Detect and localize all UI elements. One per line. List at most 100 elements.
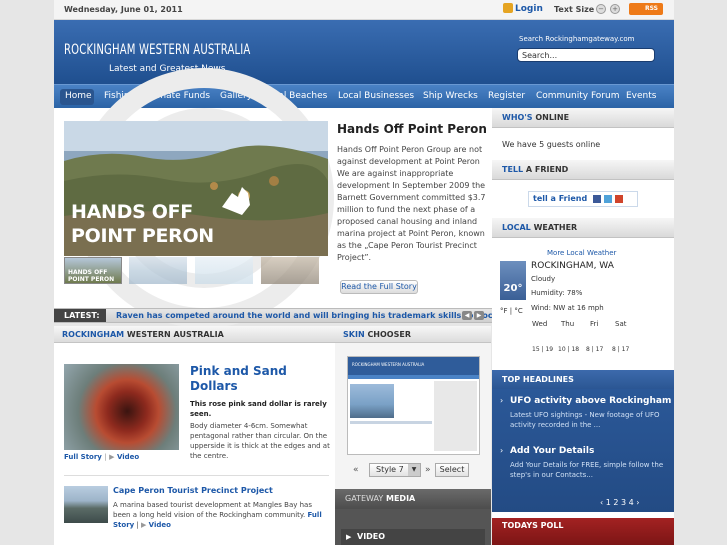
tell-friend-title-a: TELL (502, 165, 524, 174)
forecast-day: Sat (615, 320, 627, 328)
video-tab-label: VIDEO (357, 532, 386, 541)
link-separator-2: | (136, 521, 139, 529)
article-links: Full Story | ▶ Video (64, 453, 139, 461)
gateway-media-header: GATEWAY MEDIA (335, 489, 491, 509)
nav-events[interactable]: Events (626, 91, 656, 101)
tell-friend-header: TELL A FRIEND (492, 160, 674, 180)
site-title[interactable]: ROCKINGHAM WESTERN AUSTRALIA (64, 42, 250, 58)
preview-nav (348, 375, 479, 379)
forecast-day: Thu (561, 320, 575, 328)
preview-sidebar (434, 381, 477, 451)
headline-title[interactable]: Add Your Details (510, 446, 594, 456)
top-headlines-header: TOP HEADLINES (492, 370, 674, 389)
feature-image-text-line1: HANDS OFF (71, 201, 193, 223)
gateway-header-title-b: MEDIA (386, 494, 416, 503)
video-tab[interactable]: ▶ VIDEO (341, 529, 485, 545)
video-icon: ▶ (346, 533, 352, 541)
more-weather-link[interactable]: More Local Weather (547, 249, 616, 257)
cape-peron-image[interactable] (64, 486, 108, 523)
login-link[interactable]: Login (515, 4, 543, 14)
decrease-text-icon[interactable]: − (596, 4, 606, 14)
nav-community-forum[interactable]: Community Forum (536, 91, 619, 101)
feature-text: Hands Off Point Peron Group are not agai… (337, 145, 486, 262)
full-story-link[interactable]: Full Story (64, 453, 102, 461)
whos-online-text: We have 5 guests online (502, 140, 601, 149)
chevron-down-icon[interactable]: ▼ (408, 464, 420, 476)
rockingham-section-header: ROCKINGHAM WESTERN AUSTRALIA (54, 326, 335, 343)
slide-thumb-2[interactable] (129, 257, 187, 284)
skin-prev-arrow[interactable]: « (353, 465, 359, 475)
feature-image-text-line2: POINT PERON (71, 225, 214, 247)
read-full-story-button[interactable]: Read the Full Story (340, 280, 418, 294)
gateway-media: GATEWAY MEDIA ▶ VIDEO (335, 489, 491, 545)
weather-temp-badge: 20° (500, 261, 526, 300)
latest-label: LATEST: (54, 309, 106, 322)
nav-home[interactable]: Home (65, 91, 92, 101)
nav-register[interactable]: Register (488, 91, 525, 101)
skin-select[interactable]: Style 7 ▼ (369, 463, 421, 477)
ticker-next-icon[interactable]: ▶ (474, 311, 484, 320)
forecast-temp: 8 | 17 (612, 346, 630, 353)
feature-image[interactable]: HANDS OFF POINT PERON (64, 121, 328, 256)
weather-condition: Cloudy (531, 275, 556, 283)
sand-dollar-image[interactable] (64, 364, 179, 450)
ticker-prev-icon[interactable]: ◀ (462, 311, 472, 320)
search-label: Search Rockinghamgateway.com (519, 35, 635, 43)
right-sidebar: WHO'S ONLINE We have 5 guests online TEL… (492, 108, 674, 545)
feature-title[interactable]: Hands Off Point Peron (337, 122, 487, 136)
headline-text: Latest UFO sightings - New footage of UF… (510, 411, 660, 429)
increase-text-icon[interactable]: + (610, 4, 620, 14)
todays-poll: TODAYS POLL (492, 518, 674, 545)
slide-thumb-4[interactable] (261, 257, 319, 284)
latest-text[interactable]: Raven has competed around the world and … (116, 311, 521, 320)
text-size-label: Text Size (554, 5, 595, 14)
twitter-icon (603, 194, 612, 203)
slide-thumb-1[interactable]: HANDS OFF POINT PERON (64, 257, 122, 284)
preview-bar (350, 421, 432, 424)
preview-header: ROCKINGHAM WESTERN AUSTRALIA (348, 357, 479, 375)
featured-story: HANDS OFF POINT PERON HANDS OFF POINT PE… (54, 68, 492, 328)
slide-thumb-caption-line2: POINT PERON (68, 276, 115, 283)
headlines-pager[interactable]: ‹ 1 2 3 4 › (600, 498, 639, 507)
latest-ticker: LATEST: Raven has competed around the wo… (54, 308, 521, 323)
nav-local-businesses[interactable]: Local Businesses (338, 91, 414, 101)
skin-next-arrow[interactable]: » (425, 465, 431, 475)
tell-a-friend-button[interactable]: tell a Friend (528, 191, 638, 207)
link-separator: | (104, 453, 107, 461)
headline-text: Add Your Details for FREE, simple follow… (510, 461, 664, 479)
skin-selected-value: Style 7 (376, 465, 404, 474)
skin-preview-image: ROCKINGHAM WESTERN AUSTRALIA (347, 356, 480, 455)
slide-thumb-3[interactable] (195, 257, 253, 284)
tell-friend-title-b: A FRIEND (525, 165, 569, 174)
article-title[interactable]: Pink and Sand Dollars (190, 364, 330, 394)
facebook-icon (593, 194, 601, 203)
rockingham-header-title-a: ROCKINGHAM (62, 330, 125, 339)
slide-thumb-caption-line1: HANDS OFF (68, 269, 108, 276)
skin-header-title-a: SKIN (343, 330, 365, 339)
forecast-temp: 10 | 18 (558, 346, 580, 353)
skin-select-button[interactable]: Select (435, 463, 469, 477)
video-link[interactable]: Video (117, 453, 139, 461)
bullet-arrow-icon: › (500, 446, 504, 455)
whos-online-header: WHO'S ONLINE (492, 108, 674, 128)
forecast-day: Fri (590, 320, 599, 328)
headline-title[interactable]: UFO activity above Rockingham (510, 396, 671, 406)
top-bar: Wednesday, June 01, 2011 Login Text Size… (54, 0, 674, 20)
nav-ship-wrecks[interactable]: Ship Wrecks (423, 91, 478, 101)
article-text-2: A marina based tourist development at Ma… (113, 500, 325, 530)
current-date: Wednesday, June 01, 2011 (64, 5, 183, 14)
divider (64, 475, 329, 476)
local-weather-title-b: WEATHER (533, 223, 578, 232)
article-title-2[interactable]: Cape Peron Tourist Precinct Project (113, 486, 273, 495)
gateway-header-title-a: GATEWAY (345, 494, 384, 503)
bullet-arrow-icon: › (500, 396, 504, 405)
video-link-2[interactable]: Video (149, 521, 171, 529)
weather-units-toggle[interactable]: °F | °C (500, 307, 523, 315)
search-input[interactable] (517, 48, 655, 62)
forecast-temp: 15 | 19 (532, 346, 554, 353)
todays-poll-header: TODAYS POLL (502, 521, 564, 530)
lock-icon (503, 3, 513, 13)
preview-title: ROCKINGHAM WESTERN AUSTRALIA (352, 362, 425, 367)
rss-button[interactable]: RSS (629, 3, 663, 15)
top-headlines: TOP HEADLINES › UFO activity above Rocki… (492, 370, 674, 512)
